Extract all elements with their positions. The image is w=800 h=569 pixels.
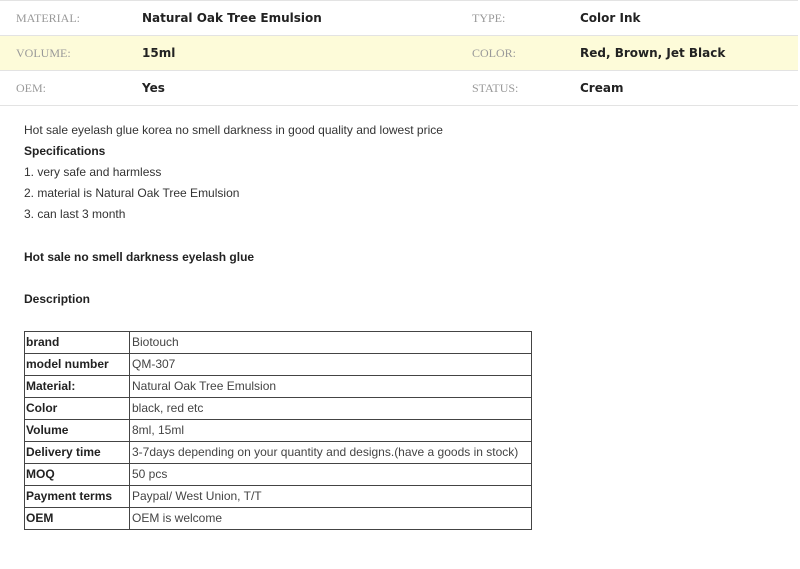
spec-value: Color Ink <box>580 11 641 25</box>
detail-key: Volume <box>24 419 130 442</box>
table-row: MOQ 50 pcs <box>24 463 532 486</box>
table-row: OEM OEM is welcome <box>24 507 532 530</box>
detail-key: Payment terms <box>24 485 130 508</box>
spec-value: 15ml <box>142 46 176 60</box>
detail-value: 3-7days depending on your quantity and d… <box>129 441 532 464</box>
spec-label: VOLUME: <box>16 45 71 60</box>
product-spec-table: MATERIAL: Natural Oak Tree Emulsion TYPE… <box>0 0 798 106</box>
detail-value: QM-307 <box>129 353 532 376</box>
detail-key: MOQ <box>24 463 130 486</box>
specifications-heading: Specifications <box>24 144 106 158</box>
spec-row-oem: OEM: Yes STATUS: Cream <box>0 71 798 106</box>
detail-key: Material: <box>24 375 130 398</box>
spec-point: 1. very safe and harmless <box>24 165 162 179</box>
detail-value: Paypal/ West Union, T/T <box>129 485 532 508</box>
spec-value: Red, Brown, Jet Black <box>580 46 726 60</box>
spec-value: Natural Oak Tree Emulsion <box>142 11 322 25</box>
detail-key: OEM <box>24 507 130 530</box>
table-row: Volume 8ml, 15ml <box>24 419 532 442</box>
detail-value: Biotouch <box>129 331 532 354</box>
table-row: Color black, red etc <box>24 397 532 420</box>
detail-key: Delivery time <box>24 441 130 464</box>
spec-value: Yes <box>142 81 165 95</box>
spec-row-material: MATERIAL: Natural Oak Tree Emulsion TYPE… <box>0 0 798 36</box>
spec-label: MATERIAL: <box>16 10 80 25</box>
spec-point: 2. material is Natural Oak Tree Emulsion <box>24 186 240 200</box>
table-row: Material: Natural Oak Tree Emulsion <box>24 375 532 398</box>
spec-label: COLOR: <box>472 45 517 60</box>
detail-value: OEM is welcome <box>129 507 532 530</box>
product-details-table: brand Biotouch model number QM-307 Mater… <box>24 331 532 530</box>
product-heading: Hot sale no smell darkness eyelash glue <box>24 250 255 264</box>
detail-value: black, red etc <box>129 397 532 420</box>
spec-row-volume: VOLUME: 15ml COLOR: Red, Brown, Jet Blac… <box>0 35 798 71</box>
description-intro: Hot sale eyelash glue korea no smell dar… <box>24 123 443 137</box>
table-row: model number QM-307 <box>24 353 532 376</box>
table-row: brand Biotouch <box>24 331 532 354</box>
spec-label: TYPE: <box>472 10 506 25</box>
spec-label: OEM: <box>16 80 46 95</box>
detail-value: 50 pcs <box>129 463 532 486</box>
detail-value: Natural Oak Tree Emulsion <box>129 375 532 398</box>
detail-value: 8ml, 15ml <box>129 419 532 442</box>
table-row: Payment terms Paypal/ West Union, T/T <box>24 485 532 508</box>
detail-key: Color <box>24 397 130 420</box>
detail-key: brand <box>24 331 130 354</box>
table-row: Delivery time 3-7days depending on your … <box>24 441 532 464</box>
spec-label: STATUS: <box>472 80 519 95</box>
description-heading: Description <box>24 292 91 306</box>
spec-value: Cream <box>580 81 624 95</box>
detail-key: model number <box>24 353 130 376</box>
spec-point: 3. can last 3 month <box>24 207 126 221</box>
